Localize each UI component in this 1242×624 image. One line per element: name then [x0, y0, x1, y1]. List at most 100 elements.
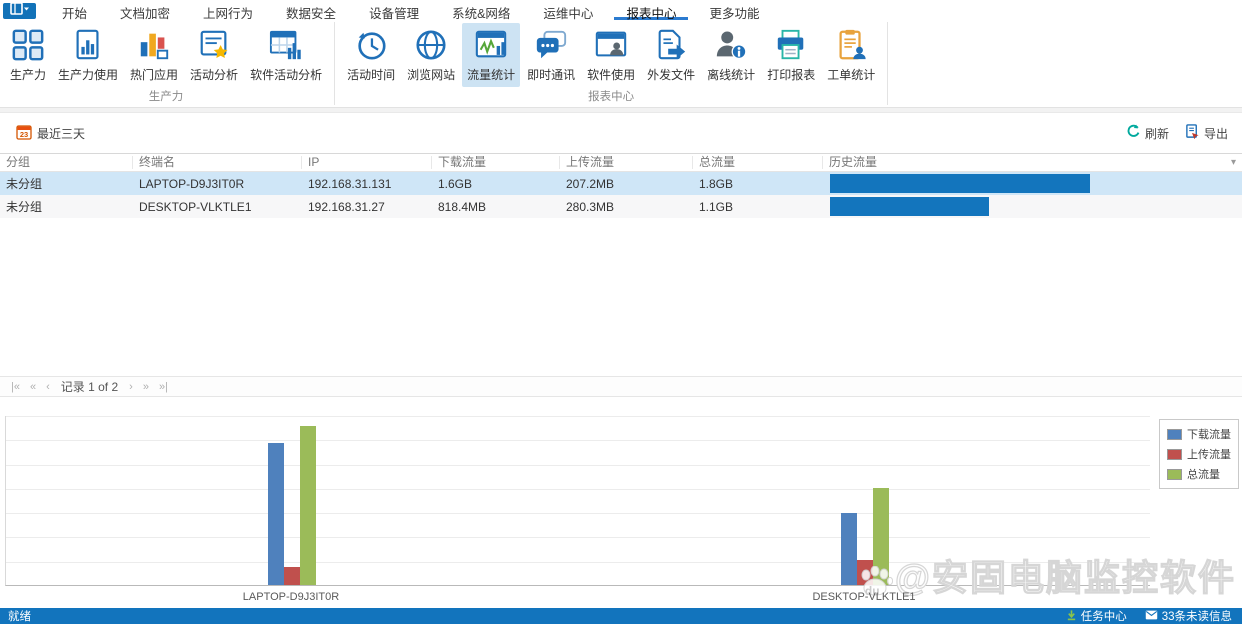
legend-label: 总流量 [1187, 469, 1220, 481]
app-menu-button[interactable] [3, 2, 36, 19]
chart-bar-上传流量-LAPTOP-D9J3IT0R [284, 567, 300, 585]
date-range-filter[interactable]: 23 最近三天 [16, 124, 85, 143]
ribbon-group-报表中心: 活动时间 浏览网站 流量统计 即时通讯 软件使用 外发文件 离线统计 打印报表 工单统计 报表中心 [337, 20, 885, 107]
menu-tab-开始[interactable]: 开始 [50, 0, 99, 21]
clipboard-person-icon [834, 26, 869, 63]
cell-ip: 192.168.31.27 [308, 199, 385, 214]
ribbon-item-外发文件[interactable]: 外发文件 [642, 23, 700, 87]
table-chart-icon [269, 26, 304, 63]
column-header-label: 下载流量 [438, 155, 487, 169]
table-row[interactable]: 未分组 LAPTOP-D9J3IT0R 192.168.31.131 1.6GB 207… [0, 172, 1242, 195]
next-page-button[interactable]: › [124, 381, 138, 393]
gridline [6, 537, 1150, 538]
grid-icon [11, 26, 46, 63]
menu-tab-上网行为[interactable]: 上网行为 [191, 0, 265, 21]
fast-prev-button[interactable]: « [25, 381, 41, 393]
date-range-label: 最近三天 [37, 126, 86, 141]
ribbon-item-离线统计[interactable]: 离线统计 [702, 23, 760, 87]
refresh-button[interactable]: 刷新 [1126, 124, 1169, 142]
ribbon-item-流量统计[interactable]: 流量统计 [462, 23, 521, 87]
last-page-button[interactable]: »| [154, 381, 173, 393]
legend-swatch [1167, 448, 1182, 460]
column-header-分组[interactable]: 分组 [0, 156, 133, 169]
first-page-button[interactable]: |« [6, 381, 25, 393]
cell-group: 未分组 [6, 177, 43, 191]
cell-history [823, 174, 1242, 193]
unread-messages-button[interactable]: 33条未读信息 [1145, 608, 1232, 624]
menu-tab-文档加密[interactable]: 文档加密 [108, 0, 182, 21]
column-header-终端名[interactable]: 终端名 [133, 156, 302, 169]
task-center-button[interactable]: 任务中心 [1066, 608, 1127, 624]
cell-terminal: DESKTOP-VLKTLE1 [139, 199, 252, 214]
ribbon-item-打印报表[interactable]: 打印报表 [762, 23, 820, 87]
column-header-label: 分组 [6, 155, 31, 169]
menu-tabs: 开始 文档加密 上网行为 数据安全 设备管理 系统&网络 运维中心 报表中心 更多功能 [50, 0, 780, 21]
chat-icon [534, 26, 569, 63]
history-traffic-bar [830, 174, 1090, 193]
export-button[interactable]: 导出 [1185, 124, 1228, 142]
x-axis-label: DESKTOP-VLKTLE1 [812, 591, 916, 603]
column-header-IP[interactable]: IP [302, 156, 432, 169]
clock-icon [354, 26, 389, 63]
app-window-icon [9, 2, 30, 19]
menu-tab-数据安全[interactable]: 数据安全 [274, 0, 348, 21]
ribbon-group-separator [887, 22, 889, 105]
status-bar: 就绪 任务中心 33条未读信息 [0, 608, 1242, 624]
ribbon-group-caption: 生产力 [148, 91, 184, 103]
gridline [6, 416, 1150, 417]
ribbon-item-生产力[interactable]: 生产力 [5, 23, 51, 87]
legend-swatch [1167, 428, 1182, 440]
table-empty-area [0, 218, 1242, 376]
export-icon [1185, 124, 1200, 142]
menu-tab-报表中心[interactable]: 报表中心 [614, 0, 689, 21]
column-options-caret-icon[interactable]: ▾ [1231, 156, 1236, 169]
column-header-label: 上传流量 [566, 155, 615, 169]
ribbon-item-浏览网站[interactable]: 浏览网站 [402, 23, 460, 87]
table-header: 分组 终端名 IP 下载流量 上传流量 总流量 历史流量 ▾ [0, 153, 1242, 172]
fast-next-button[interactable]: » [138, 381, 154, 393]
menu-tab-运维中心[interactable]: 运维中心 [531, 0, 605, 21]
menu-tab-更多功能[interactable]: 更多功能 [697, 0, 771, 21]
ribbon-item-活动分析[interactable]: 活动分析 [185, 23, 243, 87]
calendar-icon: 23 [16, 124, 32, 143]
chart-legend: 下载流量 上传流量 总流量 [1159, 419, 1239, 489]
ribbon-item-活动时间[interactable]: 活动时间 [342, 23, 400, 87]
column-header-总流量[interactable]: 总流量 [693, 156, 823, 169]
column-header-历史流量[interactable]: 历史流量 ▾ [823, 156, 1242, 169]
ribbon-item-label: 生产力使用 [58, 68, 119, 82]
ribbon-item-即时通讯[interactable]: 即时通讯 [522, 23, 580, 87]
gridline [6, 465, 1150, 466]
menu-tab-系统&网络[interactable]: 系统&网络 [440, 0, 522, 21]
ribbon-item-label: 离线统计 [707, 68, 756, 82]
ribbon-item-热门应用[interactable]: 热门应用 [125, 23, 183, 87]
legend-item-上传流量: 上传流量 [1167, 446, 1231, 462]
refresh-icon [1126, 124, 1141, 142]
ribbon-item-生产力使用[interactable]: 生产力使用 [53, 23, 123, 87]
window-person-icon [594, 26, 629, 63]
ribbon-item-label: 工单统计 [827, 68, 876, 82]
refresh-label: 刷新 [1144, 126, 1169, 141]
legend-swatch [1167, 468, 1182, 480]
download-arrow-icon [1066, 609, 1077, 624]
table-row[interactable]: 未分组 DESKTOP-VLKTLE1 192.168.31.27 818.4MB 28… [0, 195, 1242, 218]
chart-bar-总流量-DESKTOP-VLKTLE1 [873, 488, 889, 585]
status-text: 就绪 [8, 611, 31, 623]
history-traffic-bar [830, 197, 989, 216]
menu-tab-设备管理[interactable]: 设备管理 [357, 0, 431, 21]
column-header-上传流量[interactable]: 上传流量 [560, 156, 693, 169]
ribbon-item-软件使用[interactable]: 软件使用 [582, 23, 640, 87]
ribbon-item-label: 活动分析 [190, 68, 239, 82]
ribbon-item-label: 活动时间 [347, 68, 396, 82]
ribbon-item-工单统计[interactable]: 工单统计 [822, 23, 880, 87]
chart-plot-area [5, 416, 1150, 586]
x-axis-label: LAPTOP-D9J3IT0R [242, 591, 340, 603]
traffic-chart-icon [474, 26, 509, 63]
column-header-下载流量[interactable]: 下载流量 [432, 156, 560, 169]
ribbon-item-软件活动分析[interactable]: 软件活动分析 [245, 23, 327, 87]
legend-item-总流量: 总流量 [1167, 466, 1231, 482]
prev-page-button[interactable]: ‹ [41, 381, 55, 393]
traffic-table: 分组 终端名 IP 下载流量 上传流量 总流量 历史流量 ▾ 未分组 LAPTOP-D9J3IT… [0, 153, 1242, 218]
ribbon-item-label: 流量统计 [467, 68, 516, 82]
pagination-bar: |« «‹ 记录 1 of 2 ›» »| [0, 376, 1242, 397]
cell-terminal: LAPTOP-D9J3IT0R [139, 176, 245, 191]
